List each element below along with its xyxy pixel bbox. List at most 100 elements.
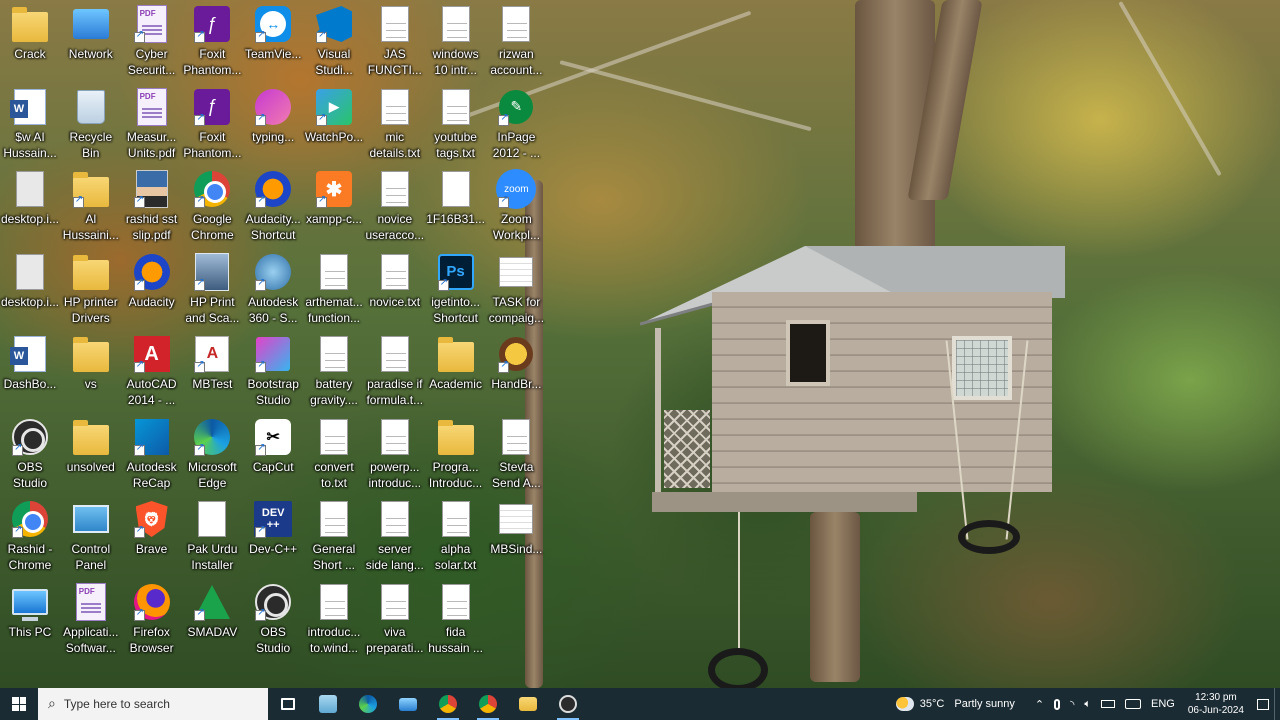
word-icon: W	[10, 334, 50, 374]
desktop-icon-1f16[interactable]: 1F16B31...	[426, 169, 486, 249]
desktop-icon-powerp[interactable]: powerp... introduc...	[365, 417, 425, 497]
desktop-icon-desktop1[interactable]: desktop.i...	[0, 169, 60, 249]
desktop-icon-handbr[interactable]: HandBr...	[486, 334, 546, 414]
desktop-icon-inpage[interactable]: ✎InPage 2012 - ...	[486, 87, 546, 167]
desktop-icon-mbtest[interactable]: A MBTest	[182, 334, 242, 414]
desktop-icon-autocad[interactable]: AAutoCAD 2014 - ...	[122, 334, 182, 414]
desktop-icon-battery[interactable]: battery gravity....	[304, 334, 364, 414]
weather-widget[interactable]: 35°C Partly sunny	[891, 688, 1020, 720]
desktop-icon-novice[interactable]: novice useracco...	[365, 169, 425, 249]
desktop-icon-recycle[interactable]: Recycle Bin	[61, 87, 121, 167]
desktop-icon-bootstrap[interactable]: Bootstrap Studio	[243, 334, 303, 414]
taskbar-desktop-app[interactable]	[388, 688, 428, 720]
battery-button[interactable]	[1096, 688, 1120, 720]
desktop-icon-aihus[interactable]: Al Hussaini...	[61, 169, 121, 249]
desktop-icon-igetinto[interactable]: Psigetinto... Shortcut	[426, 252, 486, 332]
desktop-icon-foxit2[interactable]: ƒFoxit Phantom...	[182, 87, 242, 167]
desktop-icon-progra[interactable]: Progra... Introduc...	[426, 417, 486, 497]
desktop-icon-server[interactable]: server side lang...	[365, 499, 425, 579]
desktop-icon-mic[interactable]: mic details.txt	[365, 87, 425, 167]
desktop-icon-introduc[interactable]: introduc... to.wind...	[304, 582, 364, 662]
desktop-icon-brave[interactable]: 🦁︎ Brave	[122, 499, 182, 579]
desktop-icon-label: fida hussain ...	[428, 624, 483, 655]
desktop-icon-teamviewer[interactable]: ↔ TeamVie...	[243, 4, 303, 84]
desktop-icon-xampp[interactable]: ✱ xampp-c...	[304, 169, 364, 249]
desktop-icon-zoom[interactable]: zoomZoom Workpl...	[486, 169, 546, 249]
desktop-icon-cyber[interactable]: PDFCyber Securit...	[122, 4, 182, 84]
desktop-icon-hpdrivers[interactable]: HP printer Drivers	[61, 252, 121, 332]
desktop-icon-desktop2[interactable]: desktop.i...	[0, 252, 60, 332]
notifications-button[interactable]	[1252, 688, 1274, 720]
desktop-icon-firefox[interactable]: Firefox Browser	[122, 582, 182, 662]
desktop-icon-applicati[interactable]: PDF Applicati... Softwar...	[61, 582, 121, 662]
taskbar: ⌕ Type here to search 35°C Partly sunny …	[0, 688, 1280, 720]
desktop-icon-task[interactable]: TASK for compaig...	[486, 252, 546, 332]
desktop-icon-control[interactable]: Control Panel	[61, 499, 121, 579]
start-button[interactable]	[0, 688, 38, 720]
taskbar-obs[interactable]	[548, 688, 588, 720]
clock[interactable]: 12:30 pm 06-Jun-2024	[1180, 691, 1252, 717]
desktop-icon-edge[interactable]: Microsoft Edge	[182, 417, 242, 497]
taskbar-search-box[interactable]: ⌕ Type here to search	[38, 688, 268, 720]
desktop-icon-typing[interactable]: typing...	[243, 87, 303, 167]
shortcut-arrow-icon	[133, 442, 145, 456]
desktop-icon-rizwan[interactable]: rizwan account...	[486, 4, 546, 84]
desktop-icon-capcut[interactable]: ✂ CapCut	[243, 417, 303, 497]
taskbar-chrome-profile[interactable]	[468, 688, 508, 720]
desktop-icon-win10[interactable]: windows 10 intr...	[426, 4, 486, 84]
desktop-icon-obs2[interactable]: OBS Studio	[243, 582, 303, 662]
task-view-button[interactable]	[268, 688, 308, 720]
taskbar-edge[interactable]	[348, 688, 388, 720]
show-desktop-button[interactable]	[1274, 688, 1280, 720]
desktop-icon-label: Stevta Send A...	[492, 459, 541, 490]
desktop-icon-chrome[interactable]: Google Chrome	[182, 169, 242, 249]
desktop-icon-smadav[interactable]: SMADAV	[182, 582, 242, 662]
desktop-icon-novicetxt[interactable]: novice.txt	[365, 252, 425, 332]
autocad-icon: A	[132, 334, 172, 374]
desktop-icon-viva[interactable]: viva preparati...	[365, 582, 425, 662]
desktop-icon-fida[interactable]: fida hussain ...	[426, 582, 486, 662]
desktop-icon-rashidslip[interactable]: rashid sst slip.pdf	[122, 169, 182, 249]
desktop-icon-vsfolder[interactable]: vs	[61, 334, 121, 414]
desktop-icon-general[interactable]: General Short ...	[304, 499, 364, 579]
desktop-icon-stevta[interactable]: Stevta Send A...	[486, 417, 546, 497]
desktop-icon-crack[interactable]: Crack	[0, 4, 60, 84]
input-language[interactable]: ENG	[1146, 688, 1180, 720]
desktop-icon-watchpo[interactable]: ▶ WatchPo...	[304, 87, 364, 167]
microphone-indicator[interactable]	[1049, 688, 1065, 720]
desktop-icon-network[interactable]: Network	[61, 4, 121, 84]
desktop-icon-paradise[interactable]: paradise if formula.t...	[365, 334, 425, 414]
desktop-icon-label: OBS Studio	[12, 459, 48, 490]
desktop-icon-audacity[interactable]: Audacity	[122, 252, 182, 332]
taskbar-chrome[interactable]	[428, 688, 468, 720]
desktop-icon-devcpp[interactable]: DEV++ Dev-C++	[243, 499, 303, 579]
taskbar-file-explorer[interactable]	[508, 688, 548, 720]
desktop-icon-foxit1[interactable]: ƒFoxit Phantom...	[182, 4, 242, 84]
desktop-icon-rashidchrome[interactable]: Rashid - Chrome	[0, 499, 60, 579]
taskbar-notepad[interactable]	[308, 688, 348, 720]
chrome-icon	[439, 695, 457, 713]
desktop-icon-convert[interactable]: convert to.txt	[304, 417, 364, 497]
desktop-icon-autodesk360[interactable]: Autodesk 360 - S...	[243, 252, 303, 332]
desktop-icon-alpha[interactable]: alpha solar.txt	[426, 499, 486, 579]
desktop-icon-obs1[interactable]: OBS Studio	[0, 417, 60, 497]
desktop-icon-swai[interactable]: W $w AI Hussain...	[0, 87, 60, 167]
touch-keyboard-button[interactable]	[1120, 688, 1146, 720]
show-hidden-icons-button[interactable]: ⌃	[1030, 688, 1049, 720]
volume-button[interactable]: 🔈︎	[1079, 688, 1096, 720]
desktop-icon-measur[interactable]: PDF Measur... Units.pdf	[122, 87, 182, 167]
desktop-icon-hpprint[interactable]: HP Print and Sca...	[182, 252, 242, 332]
desktop-icon-arthemat[interactable]: arthemat... function...	[304, 252, 364, 332]
desktop-icon-mbsind[interactable]: MBSind...	[486, 499, 546, 579]
desktop-icon-academic[interactable]: Academic	[426, 334, 486, 414]
wifi-button[interactable]: ◝	[1065, 688, 1079, 720]
desktop-icon-unsolved[interactable]: unsolved	[61, 417, 121, 497]
desktop-icon-pakurdu[interactable]: Pak Urdu Installer	[182, 499, 242, 579]
desktop-icon-thispc[interactable]: This PC	[0, 582, 60, 662]
desktop-icon-dashbo[interactable]: W DashBo...	[0, 334, 60, 414]
desktop-icon-recap[interactable]: Autodesk ReCap	[122, 417, 182, 497]
desktop-icon-audacity-sc[interactable]: Audacity... Shortcut	[243, 169, 303, 249]
desktop-icon-jas[interactable]: JAS FUNCTI...	[365, 4, 425, 84]
desktop-icon-yt[interactable]: youtube tags.txt	[426, 87, 486, 167]
desktop-icon-vs[interactable]: Visual Studi...	[304, 4, 364, 84]
